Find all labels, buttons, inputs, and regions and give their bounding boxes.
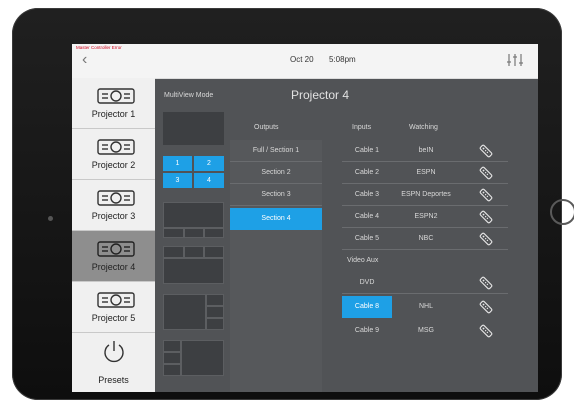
watching-channel: beIN xyxy=(418,147,434,154)
input-name: Cable 2 xyxy=(354,169,380,176)
remote-icon[interactable] xyxy=(479,324,493,338)
input-name-selected: Cable 8 xyxy=(342,296,392,318)
sidebar-item-projector-2[interactable]: Projector 2 xyxy=(72,129,155,180)
projector-sidebar: Projector 1 Projector 2 Projector 3 Proj… xyxy=(72,78,155,392)
multiview-layout-left-three-big-right[interactable] xyxy=(163,340,224,376)
output-item[interactable]: Full / Section 1 xyxy=(230,140,322,162)
output-item-selected[interactable]: Section 4 xyxy=(230,208,322,230)
app-screen: Master Controller Error ‹ Oct 20 5:08pm … xyxy=(72,44,538,392)
input-name: Cable 9 xyxy=(354,327,380,334)
watching-channel: NBC xyxy=(418,235,434,242)
projector-icon xyxy=(97,241,135,257)
camera xyxy=(48,216,53,221)
watching-header: Watching xyxy=(409,124,438,131)
multiview-layout-top-three-big-bottom[interactable] xyxy=(163,246,224,284)
time-display: 5:08pm xyxy=(329,55,356,64)
input-name: Cable 5 xyxy=(354,235,380,242)
input-row[interactable]: Cable 5 NBC xyxy=(342,228,508,250)
sidebar-item-label: Projector 5 xyxy=(91,313,136,323)
input-row[interactable]: Cable 9 MSG xyxy=(342,320,508,342)
remote-icon[interactable] xyxy=(479,276,493,290)
back-chevron-icon[interactable]: ‹ xyxy=(82,50,87,70)
remote-icon[interactable] xyxy=(479,300,493,314)
page-title: Projector 4 xyxy=(291,88,350,102)
input-name: DVD xyxy=(359,279,375,286)
watching-channel: ESPN Deportes xyxy=(401,191,451,198)
sidebar-item-label: Projector 1 xyxy=(91,109,136,119)
watching-channel: ESPN2 xyxy=(414,213,438,220)
output-item[interactable]: Section 2 xyxy=(230,162,322,184)
presets-button[interactable]: Presets xyxy=(72,333,155,392)
input-row[interactable]: Cable 1 beIN xyxy=(342,140,508,162)
quad-1: 1 xyxy=(163,156,192,171)
multiview-layout-big-bottom-three[interactable] xyxy=(163,202,224,238)
watching-channel: MSG xyxy=(418,327,434,334)
input-row[interactable]: Cable 4 ESPN2 xyxy=(342,206,508,228)
projector-icon xyxy=(97,139,135,155)
sidebar-item-projector-5[interactable]: Projector 5 xyxy=(72,282,155,333)
remote-icon[interactable] xyxy=(479,232,493,246)
input-row[interactable]: Cable 3 ESPN Deportes xyxy=(342,184,508,206)
multiview-layout-big-right-three[interactable] xyxy=(163,294,224,330)
quad-2: 2 xyxy=(194,156,224,171)
input-name: Cable 3 xyxy=(354,191,380,198)
home-button[interactable] xyxy=(550,199,574,225)
quad-3: 3 xyxy=(163,173,192,188)
tablet-frame: Master Controller Error ‹ Oct 20 5:08pm … xyxy=(12,8,574,400)
input-row[interactable]: Cable 2 ESPN xyxy=(342,162,508,184)
watching-channel: NHL xyxy=(418,303,433,310)
sidebar-item-label: Projector 4 xyxy=(91,262,136,272)
sidebar-item-label: Projector 3 xyxy=(91,211,136,221)
projector-icon xyxy=(97,292,135,308)
power-icon xyxy=(104,341,124,363)
multiview-label: MultiView Mode xyxy=(164,92,214,99)
presets-label: Presets xyxy=(98,375,129,385)
watching-channel: ESPN xyxy=(416,169,436,176)
outputs-header: Outputs xyxy=(254,124,279,131)
input-row-selected[interactable]: Cable 8 NHL xyxy=(342,296,508,318)
mixer-sliders-icon[interactable] xyxy=(506,52,524,68)
projector-icon xyxy=(97,88,135,104)
video-aux-header: Video Aux xyxy=(347,257,379,264)
projector-icon xyxy=(97,190,135,206)
input-name: Cable 1 xyxy=(354,147,380,154)
multiview-layout-quad[interactable]: 1 2 3 4 xyxy=(163,154,224,190)
remote-icon[interactable] xyxy=(479,144,493,158)
quad-4: 4 xyxy=(194,173,224,188)
inputs-header: Inputs xyxy=(352,124,372,131)
sidebar-item-projector-4[interactable]: Projector 4 xyxy=(72,231,155,282)
remote-icon[interactable] xyxy=(479,166,493,180)
watching-channel xyxy=(392,272,460,294)
output-item[interactable]: Section 3 xyxy=(230,184,322,206)
input-name: Cable 4 xyxy=(354,213,380,220)
top-bar: Master Controller Error ‹ Oct 20 5:08pm xyxy=(72,44,538,79)
sidebar-item-projector-3[interactable]: Projector 3 xyxy=(72,180,155,231)
sidebar-item-projector-1[interactable]: Projector 1 xyxy=(72,78,155,129)
input-row[interactable]: DVD xyxy=(342,272,508,294)
remote-icon[interactable] xyxy=(479,210,493,224)
date-display: Oct 20 xyxy=(290,55,314,64)
multiview-layout-full[interactable] xyxy=(163,112,224,145)
remote-icon[interactable] xyxy=(479,188,493,202)
sidebar-item-label: Projector 2 xyxy=(91,160,136,170)
